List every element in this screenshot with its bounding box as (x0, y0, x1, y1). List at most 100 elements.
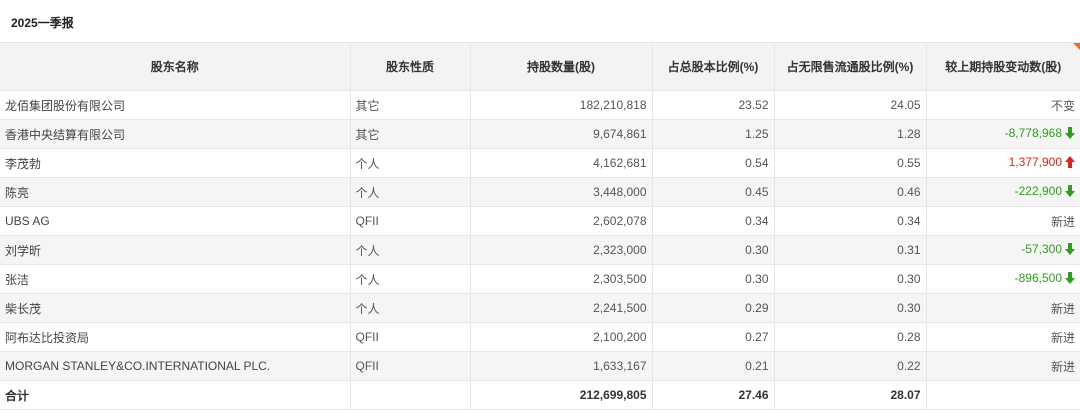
header-change-label: 较上期持股变动数(股) (945, 59, 1062, 74)
shareholder-name-cell: 刘学昕 (0, 235, 351, 265)
table-row: 陈亮 个人 3,448,000 0.45 0.46 -222,900 (0, 177, 1080, 207)
float-ratio-sum: 28.07 (774, 380, 927, 410)
float-ratio-cell: 24.05 (774, 90, 927, 120)
change-value: 新进 (1050, 301, 1075, 316)
change-cell: -896,500 (926, 264, 1080, 294)
table-row: 李茂勃 个人 4,162,681 0.54 0.55 1,377,900 (0, 148, 1080, 178)
change-value: -896,500 (1014, 271, 1062, 285)
period-title: 2025一季报 (11, 16, 74, 30)
shareholder-name-cell: 柴长茂 (0, 293, 351, 323)
table-row: 柴长茂 个人 2,241,500 0.29 0.30 新进 (0, 293, 1080, 323)
arrow-down-icon (1065, 127, 1075, 142)
total-ratio-cell: 0.54 (652, 148, 775, 178)
total-ratio-sum: 27.46 (652, 380, 775, 410)
total-label: 合计 (0, 380, 351, 410)
header-float-ratio: 占无限售流通股比例(%) (774, 42, 927, 91)
change-cell: 新进 (926, 293, 1080, 323)
total-change-cell (926, 380, 1080, 410)
change-value: 新进 (1050, 330, 1075, 345)
change-cell: 新进 (926, 206, 1080, 236)
float-ratio-cell: 0.34 (774, 206, 927, 236)
float-ratio-cell: 0.31 (774, 235, 927, 265)
table-row: 刘学昕 个人 2,323,000 0.30 0.31 -57,300 (0, 235, 1080, 265)
shares-held-cell: 2,602,078 (470, 206, 653, 236)
change-value: -222,900 (1014, 184, 1062, 198)
total-ratio-cell: 0.34 (652, 206, 775, 236)
total-ratio-cell: 1.25 (652, 119, 775, 149)
table-row: UBS AG QFII 2,602,078 0.34 0.34 新进 (0, 206, 1080, 236)
total-ratio-cell: 0.29 (652, 293, 775, 323)
float-ratio-cell: 0.30 (774, 264, 927, 294)
shareholder-nature-cell: 个人 (350, 293, 471, 323)
change-value: -8,778,968 (1004, 126, 1062, 140)
arrow-down-icon (1065, 185, 1075, 200)
shareholder-nature-cell: 其它 (350, 119, 471, 149)
shares-held-cell: 4,162,681 (470, 148, 653, 178)
arrow-up-icon (1065, 156, 1075, 171)
change-cell: 新进 (926, 351, 1080, 381)
float-ratio-cell: 0.28 (774, 322, 927, 352)
shares-held-cell: 1,633,167 (470, 351, 653, 381)
shareholder-nature-cell: 个人 (350, 177, 471, 207)
header-shareholder-nature: 股东性质 (350, 42, 471, 91)
shareholder-nature-cell: QFII (350, 206, 471, 236)
arrow-down-icon (1065, 272, 1075, 287)
change-value: -57,300 (1021, 242, 1062, 256)
float-ratio-cell: 0.22 (774, 351, 927, 381)
table-row: 阿布达比投资局 QFII 2,100,200 0.27 0.28 新进 (0, 322, 1080, 352)
shares-held-cell: 9,674,861 (470, 119, 653, 149)
table-row: 香港中央结算有限公司 其它 9,674,861 1.25 1.28 -8,778,968 (0, 119, 1080, 149)
total-ratio-cell: 0.45 (652, 177, 775, 207)
shareholder-nature-cell: QFII (350, 351, 471, 381)
top-shareholders-table: 股东名称 股东性质 持股数量(股) 占总股本比例(%) 占无限售流通股比例(%)… (0, 42, 1080, 410)
corner-marker-icon (1073, 43, 1080, 50)
total-ratio-cell: 0.21 (652, 351, 775, 381)
header-shareholder-name: 股东名称 (0, 42, 351, 91)
shares-held-cell: 2,303,500 (470, 264, 653, 294)
shareholder-name-cell: 张洁 (0, 264, 351, 294)
change-value: 1,377,900 (1008, 155, 1062, 169)
table-body: 龙佰集团股份有限公司 其它 182,210,818 23.52 24.05 不变香港中央结… (0, 90, 1080, 410)
shareholder-name-cell: 阿布达比投资局 (0, 322, 351, 352)
float-ratio-cell: 0.55 (774, 148, 927, 178)
total-nature-cell (350, 380, 471, 410)
change-cell: 不变 (926, 90, 1080, 120)
table-row: 龙佰集团股份有限公司 其它 182,210,818 23.52 24.05 不变 (0, 90, 1080, 120)
header-change: 较上期持股变动数(股) (926, 42, 1080, 91)
shareholder-name-cell: 龙佰集团股份有限公司 (0, 90, 351, 120)
change-cell: -222,900 (926, 177, 1080, 207)
table-header-row: 股东名称 股东性质 持股数量(股) 占总股本比例(%) 占无限售流通股比例(%)… (0, 42, 1080, 91)
shares-held-cell: 182,210,818 (470, 90, 653, 120)
arrow-down-icon (1065, 243, 1075, 258)
shares-held-cell: 3,448,000 (470, 177, 653, 207)
header-shares-held: 持股数量(股) (470, 42, 653, 91)
float-ratio-cell: 0.30 (774, 293, 927, 323)
change-cell: 1,377,900 (926, 148, 1080, 178)
shares-held-cell: 2,100,200 (470, 322, 653, 352)
shareholders-table-container: 股东名称 股东性质 持股数量(股) 占总股本比例(%) 占无限售流通股比例(%)… (0, 42, 1080, 410)
shares-held-cell: 2,323,000 (470, 235, 653, 265)
shareholder-nature-cell: 个人 (350, 235, 471, 265)
total-ratio-cell: 0.30 (652, 235, 775, 265)
change-value: 新进 (1050, 214, 1075, 229)
shareholder-name-cell: UBS AG (0, 206, 351, 236)
total-ratio-cell: 0.27 (652, 322, 775, 352)
shareholder-nature-cell: QFII (350, 322, 471, 352)
total-ratio-cell: 23.52 (652, 90, 775, 120)
change-cell: 新进 (926, 322, 1080, 352)
shareholder-nature-cell: 个人 (350, 148, 471, 178)
table-row: MORGAN STANLEY&CO.INTERNATIONAL PLC. QFII… (0, 351, 1080, 381)
shares-held-cell: 2,241,500 (470, 293, 653, 323)
shareholder-name-cell: 香港中央结算有限公司 (0, 119, 351, 149)
total-shares: 212,699,805 (470, 380, 653, 410)
total-row: 合计 212,699,805 27.46 28.07 (0, 380, 1080, 410)
header-total-ratio: 占总股本比例(%) (652, 42, 775, 91)
shareholder-name-cell: 陈亮 (0, 177, 351, 207)
float-ratio-cell: 1.28 (774, 119, 927, 149)
shareholder-name-cell: 李茂勃 (0, 148, 351, 178)
change-cell: -57,300 (926, 235, 1080, 265)
shareholder-name-cell: MORGAN STANLEY&CO.INTERNATIONAL PLC. (0, 351, 351, 381)
table-row: 张洁 个人 2,303,500 0.30 0.30 -896,500 (0, 264, 1080, 294)
change-value: 不变 (1050, 98, 1075, 113)
shareholder-nature-cell: 其它 (350, 90, 471, 120)
